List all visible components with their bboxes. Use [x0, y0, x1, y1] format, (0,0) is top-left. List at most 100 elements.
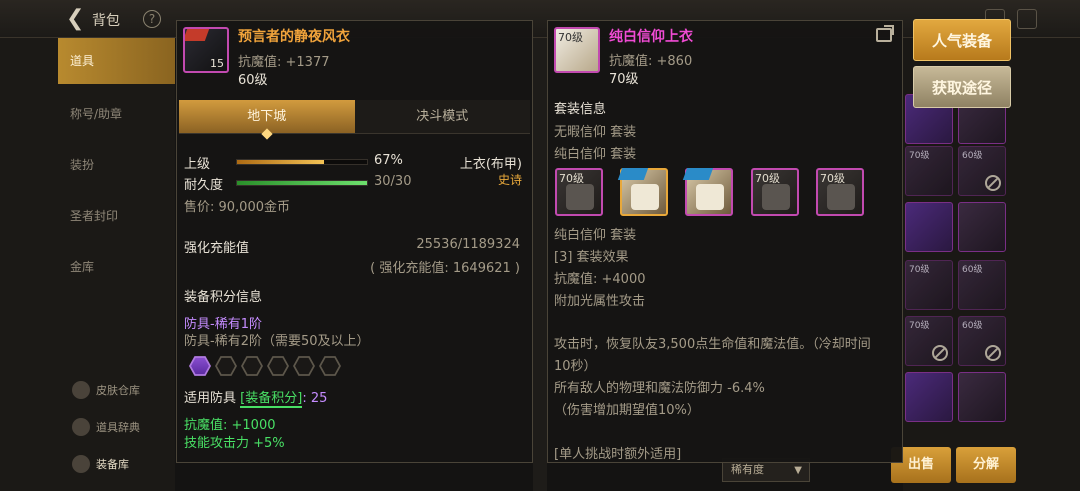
slot-level: 70级: [909, 321, 930, 331]
center-divider: [533, 38, 547, 491]
sidebar-bottom-equipment-library[interactable]: 装备库: [72, 455, 129, 473]
score-hex-icon: [319, 356, 341, 376]
set-piece-icon: [762, 184, 790, 210]
dictionary-label: 道具辞典: [96, 421, 140, 434]
equipped-item-tooltip: 15 预言者的静夜风衣 抗魔值: +1377 60级 地下城 决斗模式 上级 6…: [176, 20, 533, 463]
item-magic-defense: 抗魔值: +860: [609, 54, 693, 69]
unusable-icon: [932, 345, 948, 361]
slot-level: 60级: [962, 265, 983, 275]
item-icon: 15: [183, 27, 229, 73]
inventory-slot[interactable]: 60级: [958, 260, 1006, 310]
bonus-skill-attack: 技能攻击力 +5%: [184, 436, 285, 451]
set-piece-slot[interactable]: [617, 168, 668, 216]
set-effect-defense: 抗魔值: +4000: [554, 272, 646, 287]
unusable-icon: [985, 345, 1001, 361]
tab-pvp[interactable]: 决斗模式: [354, 100, 530, 134]
set-piece-icon: [566, 184, 594, 210]
set-piece-icon: [696, 184, 724, 210]
equipment-library-icon: [72, 455, 90, 473]
active-indicator-icon: [261, 128, 273, 140]
chevron-down-icon: ▼: [794, 465, 802, 476]
slot-level: 60级: [962, 321, 983, 331]
help-icon[interactable]: ?: [143, 10, 161, 28]
inventory-slot[interactable]: [958, 202, 1006, 252]
acquire-source-button[interactable]: 获取途径: [913, 66, 1011, 108]
item-level: 70级: [609, 72, 639, 87]
bonus-magic-defense: 抗魔值: +1000: [184, 418, 276, 433]
set-piece-slot[interactable]: 70级: [751, 168, 799, 216]
sidebar-tab-seal[interactable]: 圣者封印: [58, 193, 175, 239]
slot-type: 上衣(布甲): [459, 157, 522, 172]
apply-value: : 25: [302, 391, 328, 406]
page-title: 背包: [92, 13, 120, 29]
compare-item-tooltip: 70级 纯白信仰上衣 抗魔值: +860 70级 套装信息 无暇信仰 套装 纯白…: [547, 20, 903, 463]
set-piece-slot[interactable]: 70级: [555, 168, 603, 216]
score-hex-progress: [189, 355, 341, 377]
set-name-2: 纯白信仰 套装: [554, 147, 637, 162]
durability-bar: [236, 180, 368, 186]
inventory-slot[interactable]: 70级: [905, 146, 953, 196]
dictionary-icon: [72, 418, 90, 436]
set-piece-slot[interactable]: [682, 168, 733, 216]
apply-armor: 适用防具 [装备积分]: 25: [184, 387, 328, 408]
wardrobe-icon: [72, 381, 90, 399]
slot-level: 70级: [909, 265, 930, 275]
menu-icon[interactable]: [1017, 9, 1037, 29]
score-hex-icon: [267, 356, 289, 376]
apply-prefix: 适用防具: [184, 391, 237, 406]
grade-bar: [236, 159, 368, 165]
inventory-slot[interactable]: [958, 372, 1006, 422]
set-piece-slot[interactable]: 70级: [816, 168, 864, 216]
grade-percent: 67%: [374, 153, 403, 168]
back-arrow-icon[interactable]: ❮: [66, 7, 86, 31]
sidebar-tab-titles[interactable]: 称号/助章: [58, 91, 175, 137]
popular-equipment-button[interactable]: 人气装备: [913, 19, 1011, 61]
sidebar-tab-items[interactable]: 道具: [58, 38, 175, 84]
apply-tag: [装备积分]: [240, 391, 303, 408]
score-hex-icon: [241, 356, 263, 376]
durability-label: 耐久度: [184, 178, 224, 193]
wardrobe-label: 皮肤仓库: [96, 384, 140, 397]
inventory-slot[interactable]: 70级: [905, 316, 953, 366]
enhance-sub-value: ( 强化充能值: 1649621 ): [370, 261, 520, 276]
score-hex-icon: [189, 356, 211, 376]
sidebar-bottom-wardrobe[interactable]: 皮肤仓库: [72, 381, 140, 399]
decompose-button[interactable]: 分解: [956, 447, 1016, 483]
set-desc-line-3: 所有敌人的物理和魔法防御力 -6.4%: [554, 381, 765, 396]
tag-icon: [617, 168, 649, 180]
slot-level: 60级: [962, 151, 983, 161]
score-next: 防具-稀有2阶（需要50及以上）: [184, 334, 370, 349]
item-name: 纯白信仰上衣: [609, 29, 693, 45]
set-desc-line-2: 10秒）: [554, 359, 597, 374]
slot-level: 70级: [909, 151, 930, 161]
sidebar-tab-avatar[interactable]: 装扮: [58, 142, 175, 188]
item-icon-level: 70级: [558, 31, 583, 44]
tab-dungeon[interactable]: 地下城: [179, 100, 355, 140]
score-title: 装备积分信息: [184, 290, 263, 305]
inventory-slot[interactable]: [905, 372, 953, 422]
durability-value: 30/30: [374, 174, 412, 189]
set-desc-line-4: （伤害增加期望值10%）: [554, 403, 700, 418]
set-name-3: 纯白信仰 套装: [554, 228, 637, 243]
sidebar-bottom-dictionary[interactable]: 道具辞典: [72, 418, 140, 436]
sort-label: 稀有度: [731, 463, 764, 476]
inventory-slot[interactable]: 70级: [905, 260, 953, 310]
inventory-slot[interactable]: 60级: [958, 146, 1006, 196]
item-magic-defense: 抗魔值: +1377: [238, 55, 330, 70]
inventory-slot[interactable]: 60级: [958, 316, 1006, 366]
set-effect-light: 附加光属性攻击: [554, 294, 646, 309]
solo-note: [单人挑战时额外适用]: [554, 447, 682, 462]
set-info-title: 套装信息: [554, 102, 607, 117]
grade-label: 上级: [184, 157, 211, 172]
set-piece-icon: [631, 184, 659, 210]
item-icon-count: 15: [210, 57, 224, 70]
inventory-slot[interactable]: [905, 202, 953, 252]
score-hex-icon: [293, 356, 315, 376]
share-icon[interactable]: [876, 25, 894, 42]
sidebar-tab-vault[interactable]: 金库: [58, 244, 175, 290]
set-name-1: 无暇信仰 套装: [554, 125, 637, 140]
set-desc-line-1: 攻击时，恢复队友3,500点生命值和魔法值。（冷却时间: [554, 337, 871, 352]
equipment-library-label: 装备库: [96, 458, 129, 471]
equipped-tag-icon: [185, 29, 210, 41]
sell-price: 售价: 90,000金币: [184, 200, 290, 215]
